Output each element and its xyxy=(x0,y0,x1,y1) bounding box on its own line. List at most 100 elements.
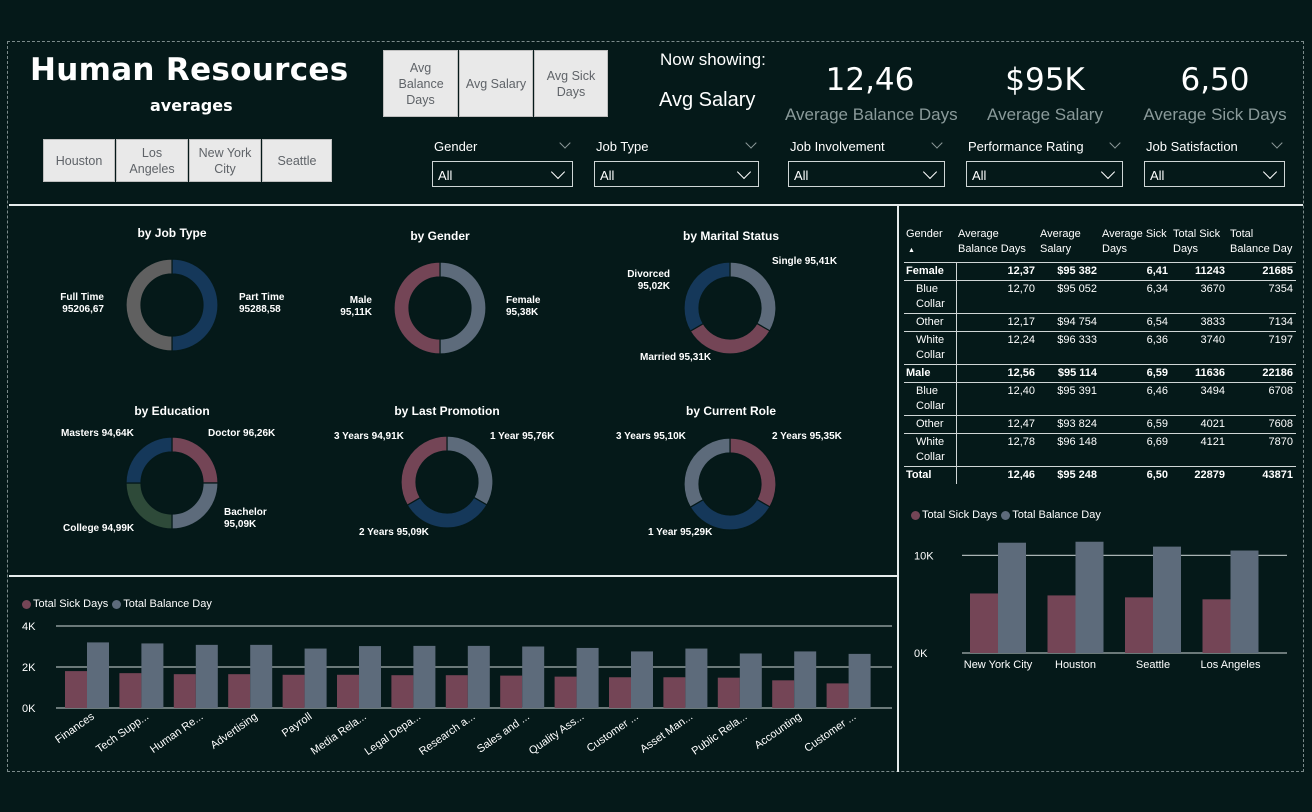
bar-sick-days[interactable] xyxy=(119,673,142,708)
segment-name: 2 Years xyxy=(359,527,394,538)
avg-salary-button[interactable]: Avg Salary xyxy=(459,50,533,117)
table-body: Female 12,37 $95 382 6,41 11243 21685 Blue Col… xyxy=(904,262,1296,484)
donut-segment[interactable] xyxy=(689,498,771,531)
segment-value: 95,31K xyxy=(678,352,712,363)
bar-balance-day[interactable] xyxy=(413,645,436,708)
segment-name: Female xyxy=(506,295,541,306)
table-row[interactable]: Blue Collar 12,70 $95 052 6,34 3670 7354 xyxy=(904,280,1296,314)
table-header-total-balance-day[interactable]: Total Balance Day xyxy=(1228,224,1296,263)
legend-item-balance-day[interactable]: Total Balance Day xyxy=(1001,509,1101,521)
donut-segment[interactable] xyxy=(729,437,777,508)
x-tick-label: Customer ... xyxy=(585,711,641,755)
bar-sick-days[interactable] xyxy=(1047,595,1076,653)
table-row[interactable]: Other 12,17 $94 754 6,54 3833 7134 xyxy=(904,313,1296,332)
table-row[interactable]: Blue Collar 12,40 $95 391 6,46 3494 6708 xyxy=(904,382,1296,416)
donut-segment[interactable] xyxy=(683,261,731,332)
table-cell-value: 12,24 xyxy=(956,331,1038,365)
segment-value: 95,02K xyxy=(637,281,670,292)
table-row[interactable]: White Collar 12,24 $96 333 6,36 3740 7197 xyxy=(904,331,1296,365)
bar-balance-day[interactable] xyxy=(576,647,599,708)
table-header-avg-salary[interactable]: Average Salary xyxy=(1038,224,1100,263)
slicer-performance-rating-dropdown[interactable]: All xyxy=(966,161,1123,187)
avg-balance-days-button[interactable]: Avg Balance Days xyxy=(383,50,458,117)
table-group-row[interactable]: Female 12,37 $95 382 6,41 11243 21685 xyxy=(904,262,1296,281)
bar-balance-day[interactable] xyxy=(250,644,273,708)
donut-segment[interactable] xyxy=(439,261,487,355)
avg-balance-days-button-label: Avg Balance Days xyxy=(398,60,444,107)
bar-sick-days[interactable] xyxy=(173,674,196,708)
slicer-gender-dropdown[interactable]: All xyxy=(432,161,573,187)
bar-balance-day[interactable] xyxy=(739,653,762,708)
table-cell-value: 12,37 xyxy=(956,262,1038,281)
bar-balance-day[interactable] xyxy=(685,648,708,708)
city-button-houston[interactable]: Houston xyxy=(43,139,115,182)
table-header-gender[interactable]: Gender ▲ xyxy=(904,224,956,263)
bar-balance-day[interactable] xyxy=(195,644,218,708)
donut-segment[interactable] xyxy=(446,435,494,506)
bar-balance-day[interactable] xyxy=(359,646,381,708)
x-tick-label: Tech Supp... xyxy=(94,711,151,756)
table-cell-value: $95 248 xyxy=(1038,466,1100,484)
bar-sick-days[interactable] xyxy=(282,674,305,708)
bar-sick-days[interactable] xyxy=(65,671,87,708)
donut-segment[interactable] xyxy=(125,258,173,352)
slicer-job-satisfaction-dropdown[interactable]: All xyxy=(1144,161,1285,187)
table-row[interactable]: White Collar 12,78 $96 148 6,69 4121 7870 xyxy=(904,433,1296,467)
bar-balance-day[interactable] xyxy=(1153,546,1181,653)
donut-label-1-year: 1 Year 95,76K xyxy=(490,431,554,443)
bar-balance-day[interactable] xyxy=(522,646,545,709)
table-row[interactable]: Other 12,47 $93 824 6,59 4021 7608 xyxy=(904,415,1296,434)
bar-balance-day[interactable] xyxy=(467,645,490,708)
bar-sick-days[interactable] xyxy=(717,677,740,708)
table-header-total-sick-days[interactable]: Total Sick Days xyxy=(1171,224,1228,263)
bar-sick-days[interactable] xyxy=(1125,597,1153,653)
city-button-seattle[interactable]: Seattle xyxy=(262,139,332,182)
bar-sick-days[interactable] xyxy=(609,677,631,708)
city-button-los-angeles[interactable]: Los Angeles xyxy=(116,139,188,182)
segment-value: 96,26K xyxy=(243,428,276,439)
table-header-avg-sick-days[interactable]: Average Sick Days xyxy=(1100,224,1171,263)
table-group-row[interactable]: Male 12,56 $95 114 6,59 11636 22186 xyxy=(904,364,1296,383)
bar-balance-day[interactable] xyxy=(304,648,327,708)
city-button-new-york-city[interactable]: New York City xyxy=(189,139,261,182)
donut-segment[interactable] xyxy=(171,482,219,530)
donut-segment[interactable] xyxy=(689,322,771,355)
bar-balance-day[interactable] xyxy=(141,643,164,708)
bar-sick-days[interactable] xyxy=(772,680,795,708)
bar-sick-days[interactable] xyxy=(445,675,468,708)
donut-segment[interactable] xyxy=(683,437,731,508)
bar-sick-days[interactable] xyxy=(1202,599,1231,653)
donut-segment[interactable] xyxy=(393,261,441,355)
avg-sick-days-button[interactable]: Avg Sick Days xyxy=(534,50,608,117)
donut-segment[interactable] xyxy=(171,258,219,352)
bar-balance-day[interactable] xyxy=(631,651,653,708)
slicer-job-involvement-dropdown[interactable]: All xyxy=(788,161,945,187)
bar-sick-days[interactable] xyxy=(228,674,251,708)
bar-sick-days[interactable] xyxy=(970,593,998,653)
bar-sick-days[interactable] xyxy=(663,677,686,708)
bar-sick-days[interactable] xyxy=(826,683,849,708)
bar-balance-day[interactable] xyxy=(998,542,1026,653)
table-cell-label: Blue Collar xyxy=(904,280,957,314)
donut-segment[interactable] xyxy=(406,496,488,529)
bar-balance-day[interactable] xyxy=(1230,550,1259,653)
donut-segment[interactable] xyxy=(400,435,448,506)
bar-balance-day[interactable] xyxy=(87,642,109,708)
donut-segment[interactable] xyxy=(125,436,173,484)
donut-segment[interactable] xyxy=(729,261,777,332)
bar-balance-day[interactable] xyxy=(1075,541,1104,653)
bar-balance-day[interactable] xyxy=(848,653,871,708)
table-total-row[interactable]: Total 12,46 $95 248 6,50 22879 43871 xyxy=(904,466,1296,484)
bar-balance-day[interactable] xyxy=(794,651,817,708)
bar-sick-days[interactable] xyxy=(337,674,359,708)
segment-name: Part Time xyxy=(239,292,285,303)
x-tick-label: Research a... xyxy=(417,711,477,758)
slicer-job-type-dropdown[interactable]: All xyxy=(594,161,759,187)
table-header-avg-balance-days[interactable]: Average Balance Days xyxy=(956,224,1038,263)
legend-item-sick-days[interactable]: Total Sick Days xyxy=(911,509,997,521)
bar-sick-days[interactable] xyxy=(500,675,523,708)
segment-name: Divorced xyxy=(627,269,670,280)
bar-sick-days[interactable] xyxy=(554,676,577,708)
bar-sick-days[interactable] xyxy=(391,675,414,708)
donut-segment[interactable] xyxy=(171,436,219,484)
